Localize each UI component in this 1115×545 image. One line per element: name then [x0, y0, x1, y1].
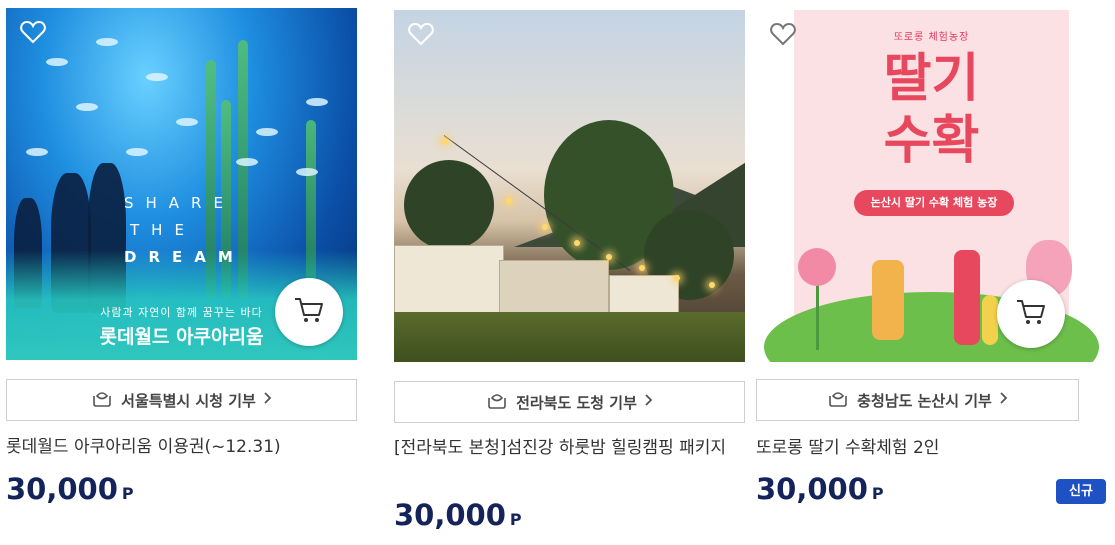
heart-outline-icon[interactable] — [408, 22, 434, 46]
shopping-cart-icon — [293, 295, 325, 329]
product-image-aquarium[interactable]: SHARE THE DREAM 사람과 자연이 함께 꿈꾸는 바다 롯데월드 아… — [6, 8, 357, 360]
donation-region-button[interactable]: 서울특별시 시청 기부 — [6, 379, 357, 421]
shopping-cart-icon — [1015, 297, 1047, 331]
donation-hands-icon — [91, 388, 113, 412]
product-image-strawberry[interactable]: 또로롱 체험농장 딸기 수확 논산시 딸기 수확 체험 농장 — [756, 10, 1107, 362]
donation-hands-icon — [486, 390, 508, 414]
product-card[interactable]: 전라북도 도청 기부 [전라북도 본청]섬진강 하룻밤 힐링캠핑 패키지 30,… — [394, 0, 745, 532]
product-price: 30,000 P — [756, 472, 884, 506]
product-card[interactable]: SHARE THE DREAM 사람과 자연이 함께 꿈꾸는 바다 롯데월드 아… — [6, 0, 357, 506]
product-card[interactable]: 또로롱 체험농장 딸기 수확 논산시 딸기 수확 체험 농장 충청남도 논산시 … — [756, 0, 1107, 506]
donation-region-button[interactable]: 전라북도 도청 기부 — [394, 381, 745, 423]
product-title[interactable]: 롯데월드 아쿠아리움 이용권(~12.31) — [6, 433, 281, 461]
new-badge: 신규 — [1056, 479, 1106, 504]
chevron-right-icon — [264, 392, 272, 408]
heart-outline-icon[interactable] — [770, 22, 796, 46]
product-title[interactable]: [전라북도 본청]섬진강 하룻밤 힐링캠핑 패키지 — [394, 434, 744, 462]
add-to-cart-button[interactable] — [997, 280, 1065, 348]
product-image-camping[interactable] — [394, 10, 745, 362]
product-price: 30,000 P — [394, 498, 522, 532]
product-price: 30,000 P — [6, 472, 134, 506]
donation-hands-icon — [827, 388, 849, 412]
chevron-right-icon — [1000, 392, 1008, 408]
chevron-right-icon — [645, 394, 653, 410]
add-to-cart-button[interactable] — [275, 278, 343, 346]
donation-region-button[interactable]: 충청남도 논산시 기부 — [756, 379, 1079, 421]
heart-outline-icon[interactable] — [20, 20, 46, 44]
share-the-dream-text: SHARE THE DREAM — [124, 194, 245, 266]
product-title[interactable]: 또로롱 딸기 수확체험 2인 — [756, 434, 939, 462]
